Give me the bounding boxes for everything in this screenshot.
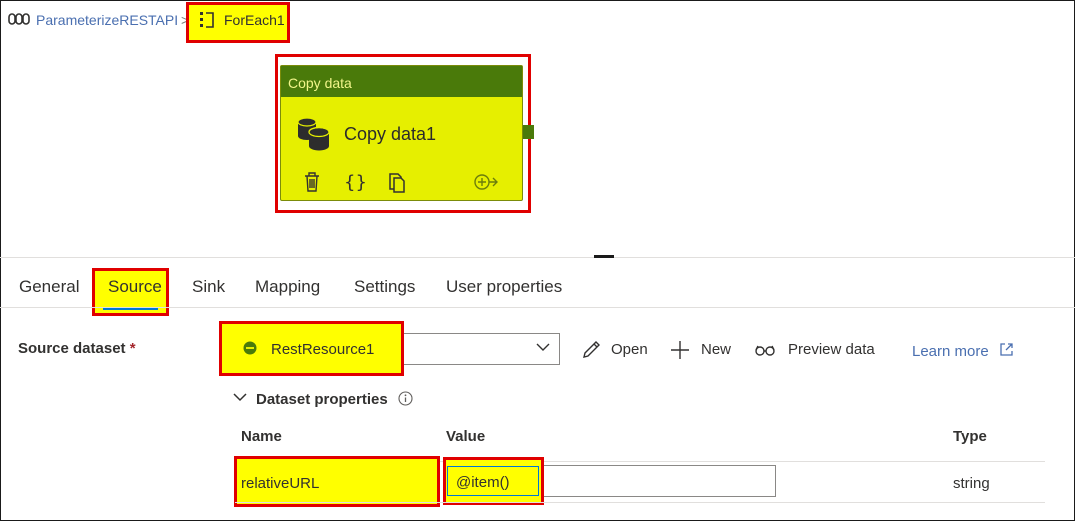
property-value-text[interactable]: @item() bbox=[456, 474, 510, 491]
svg-text:{}: {} bbox=[344, 172, 366, 193]
tab-general[interactable]: General bbox=[19, 277, 79, 297]
column-header-name: Name bbox=[241, 428, 282, 445]
copy-icon[interactable] bbox=[387, 171, 407, 193]
add-output-icon[interactable] bbox=[473, 171, 499, 193]
dataset-properties-title[interactable]: Dataset properties bbox=[256, 391, 388, 408]
node-output-handle[interactable] bbox=[523, 125, 534, 139]
code-braces-icon[interactable]: {} bbox=[344, 171, 366, 193]
tab-settings[interactable]: Settings bbox=[354, 277, 415, 297]
tab-sink[interactable]: Sink bbox=[192, 277, 225, 297]
open-button[interactable]: Open bbox=[611, 341, 648, 358]
new-button[interactable]: New bbox=[701, 341, 731, 358]
tab-user-properties[interactable]: User properties bbox=[446, 277, 562, 297]
node-name: Copy data1 bbox=[344, 124, 437, 144]
rest-dataset-icon bbox=[243, 341, 257, 355]
pencil-icon bbox=[583, 341, 600, 358]
tabs-divider bbox=[0, 307, 1075, 308]
pipeline-icon bbox=[8, 13, 30, 25]
node-type-label: Copy data bbox=[288, 75, 352, 91]
tab-mapping[interactable]: Mapping bbox=[255, 277, 320, 297]
copy-data-activity-node[interactable]: Copy data Copy data1 {} bbox=[280, 65, 523, 201]
source-dataset-label: Source dataset * bbox=[18, 340, 136, 357]
delete-icon[interactable] bbox=[303, 171, 321, 193]
row-divider bbox=[235, 502, 1045, 503]
plus-icon bbox=[671, 341, 689, 359]
chevron-down-icon[interactable] bbox=[536, 342, 550, 352]
window-frame bbox=[0, 0, 1075, 521]
column-header-type: Type bbox=[953, 428, 987, 445]
info-icon[interactable] bbox=[398, 391, 413, 406]
chevron-down-icon[interactable] bbox=[233, 392, 247, 402]
column-header-value: Value bbox=[446, 428, 486, 445]
property-name-cell: relativeURL bbox=[241, 475, 320, 492]
tab-source[interactable]: Source bbox=[108, 277, 162, 297]
source-dataset-value: RestResource1 bbox=[271, 341, 375, 358]
learn-more-link[interactable]: Learn more bbox=[912, 343, 989, 360]
breadcrumb-activity[interactable]: ForEach1 bbox=[224, 12, 285, 28]
pane-splitter bbox=[0, 257, 1075, 258]
foreach-icon bbox=[200, 12, 214, 28]
splitter-grip[interactable] bbox=[594, 255, 614, 258]
glasses-icon bbox=[755, 345, 775, 356]
node-header: Copy data bbox=[281, 66, 522, 97]
breadcrumb-pipeline-link[interactable]: ParameterizeRESTAPI bbox=[36, 12, 178, 28]
active-tab-indicator bbox=[103, 308, 158, 310]
external-link-icon[interactable] bbox=[999, 342, 1014, 357]
property-type-cell: string bbox=[953, 475, 990, 492]
copy-data-icon bbox=[297, 117, 330, 151]
preview-data-button[interactable]: Preview data bbox=[788, 341, 875, 358]
